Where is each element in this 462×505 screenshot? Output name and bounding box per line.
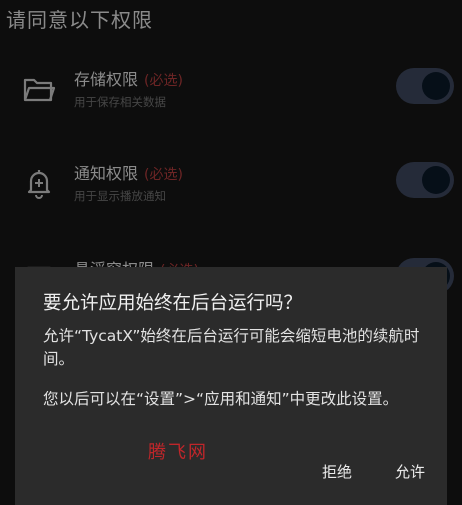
allow-button[interactable]: 允许	[387, 457, 433, 486]
background-run-dialog: 要允许应用始终在后台运行吗？ 允许“TycatX”始终在后台运行可能会缩短电池的…	[15, 267, 447, 505]
deny-button[interactable]: 拒绝	[314, 457, 360, 486]
dialog-body: 允许“TycatX”始终在后台运行可能会缩短电池的续航时间。 您以后可以在“设置…	[43, 325, 439, 428]
dialog-settings-hint: 您以后可以在“设置”>“应用和通知”中更改此设置。	[43, 390, 399, 408]
watermark-text: 腾飞网	[148, 442, 208, 463]
dialog-message: 允许“TycatX”始终在后台运行可能会缩短电池的续航时间。	[43, 327, 420, 368]
dialog-title: 要允许应用始终在后台运行吗？	[43, 293, 303, 314]
